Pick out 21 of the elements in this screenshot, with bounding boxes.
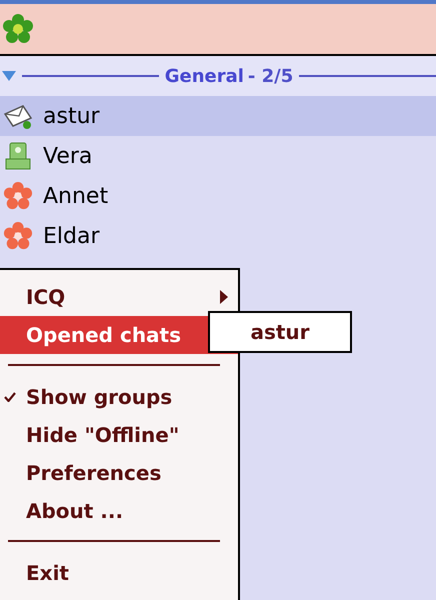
- phone-icon: [3, 141, 33, 171]
- group-name: General: [164, 66, 244, 86]
- expand-icon[interactable]: [2, 71, 16, 81]
- checkmark-icon: [4, 392, 16, 402]
- envelope-icon: [3, 102, 33, 130]
- contact-item[interactable]: Eldar: [0, 216, 436, 256]
- clover-icon[interactable]: [2, 13, 34, 45]
- menu-item[interactable]: Preferences: [0, 454, 238, 492]
- menu-item[interactable]: astur: [246, 318, 314, 346]
- flower-icon: [3, 181, 33, 211]
- contact-item[interactable]: Annet: [0, 176, 436, 216]
- menu-item[interactable]: Hide "Offline": [0, 416, 238, 454]
- menu-item[interactable]: ICQ: [0, 278, 238, 316]
- menu-item[interactable]: About ...: [0, 492, 238, 530]
- group-count: - 2/5: [248, 66, 294, 86]
- contact-item[interactable]: astur: [0, 96, 436, 136]
- contact-item[interactable]: Vera: [0, 136, 436, 176]
- submenu-arrow-icon: [220, 290, 228, 304]
- menu-item[interactable]: Exit: [0, 554, 238, 592]
- menu-item[interactable]: Show groups: [0, 378, 238, 416]
- flower-icon: [3, 221, 33, 251]
